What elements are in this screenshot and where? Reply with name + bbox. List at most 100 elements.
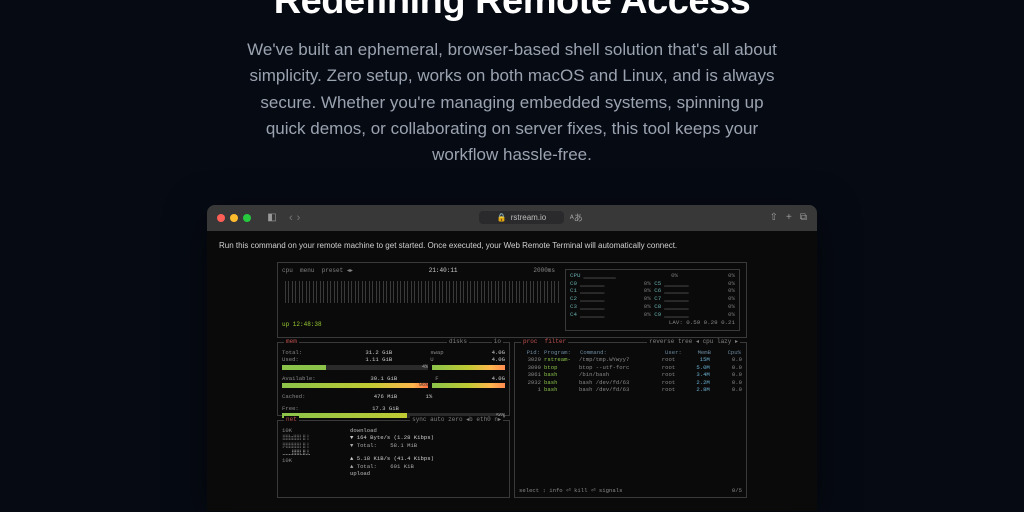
mem-avail-pct: 96% <box>419 382 428 389</box>
cpu-pct: 0% <box>728 311 735 319</box>
swap-free: 4.0G <box>477 375 505 383</box>
load-average: LAV: 0.59 0.29 0.21 <box>570 319 735 327</box>
dl-total-label: ▼ Total: <box>350 442 377 449</box>
cpu-pct: 0% <box>644 295 651 303</box>
cpu-label: C8 <box>654 303 661 311</box>
kill-hint: kill <box>574 487 587 494</box>
proc-title: proc <box>523 338 537 345</box>
mem-cached: 476 MiB <box>335 393 397 401</box>
btop-terminal: cpu menu preset ◂▸ 21:40:11 2000ms up 12… <box>277 262 747 498</box>
filter-button[interactable]: filter <box>545 338 567 345</box>
sort-label[interactable]: cpu lazy <box>703 338 732 345</box>
minimize-icon[interactable] <box>230 214 238 222</box>
url-bar[interactable]: 🔒 rstream.io ᴬあ <box>306 211 755 224</box>
sync-button[interactable]: sync <box>412 416 426 423</box>
disks-label[interactable]: disks <box>449 338 467 345</box>
download-label: download <box>350 427 505 435</box>
cpu-chart <box>282 281 559 303</box>
select-hint: select <box>519 487 539 494</box>
instruction-text: Run this command on your remote machine … <box>219 241 805 250</box>
table-row[interactable]: 2932bashbash /dev/fd/63root2.2M⠀⠀0.0 <box>519 379 742 387</box>
cpu-panel: cpu menu preset ◂▸ 21:40:11 2000ms up 12… <box>277 262 747 338</box>
clock: 21:40:11 <box>429 267 458 275</box>
cpu-pct: 0% <box>644 303 651 311</box>
tabs-icon[interactable]: ⧉ <box>800 212 807 223</box>
mem-avail-label: Available: <box>282 375 332 383</box>
cpu-pct: 0% <box>728 280 735 288</box>
url-text: rstream.io <box>511 213 547 222</box>
mem-used: 1.11 GiB <box>335 356 392 364</box>
swap-f-label: F <box>435 375 474 383</box>
cpu-label: C0 <box>570 280 577 288</box>
mem-free-label: Free: <box>282 405 332 413</box>
uptime: up 12:48:38 <box>282 321 559 329</box>
ul-total-label: ▲ Total: <box>350 463 377 470</box>
forward-icon[interactable]: › <box>297 212 301 224</box>
net-chart: 10K ⣿⣿⣷⣾⣿⣿⢸⡇⡇ ⡿⣿⣿⣿⣿⣿⢸⡇⡇ ⣀⣀⣀⣿⣿⣿⣸⣇⣇ 10K <box>282 427 342 478</box>
cpu-label: C3 <box>570 303 577 311</box>
table-row[interactable]: 1bashbash /dev/fd/63root2.8M⠀⠀0.0 <box>519 386 742 394</box>
table-row[interactable]: 3061bash/bin/bashroot3.4M⠀⠀0.0 <box>519 371 742 379</box>
hdr-user[interactable]: User: <box>664 349 686 357</box>
reverse-button[interactable]: reverse <box>649 338 674 345</box>
net-iface[interactable]: eth0 <box>476 416 490 423</box>
translate-icon[interactable]: ᴬあ <box>569 211 583 224</box>
close-icon[interactable] <box>217 214 225 222</box>
cpu-label: C2 <box>570 295 577 303</box>
cpu-pct: 0% <box>728 272 735 280</box>
swap-u-label: U <box>430 356 474 364</box>
hero-description: We've built an ephemeral, browser-based … <box>242 37 782 169</box>
hdr-cpu[interactable]: Cpu% <box>712 349 742 357</box>
cpu-cores-box: CPU▁▁▁▁▁▁▁▁0%0% C0▁▁▁▁▁▁0% C5▁▁▁▁▁▁0% C1… <box>565 269 740 331</box>
hdr-program[interactable]: Program: <box>541 349 579 357</box>
cpu-label: C9 <box>654 311 661 319</box>
hdr-command[interactable]: Command: <box>579 349 664 357</box>
cpu-pct: 0% <box>644 280 651 288</box>
signals-hint: signals <box>599 487 623 494</box>
ul-total: 601 KiB <box>390 463 414 470</box>
new-tab-icon[interactable]: + <box>786 212 792 223</box>
hdr-pid[interactable]: Pid: <box>519 349 541 357</box>
lock-icon: 🔒 <box>497 213 507 222</box>
mem-title: mem <box>286 338 297 345</box>
sidebar-icon[interactable]: ◧ <box>265 212 279 223</box>
back-icon[interactable]: ‹ <box>289 212 293 224</box>
cpu-label: CPU <box>570 272 580 280</box>
io-label[interactable]: io <box>494 338 501 345</box>
maximize-icon[interactable] <box>243 214 251 222</box>
swap-used: 4.0G <box>477 356 505 364</box>
share-icon[interactable]: ⇧ <box>770 212 778 223</box>
cpu-title: cpu <box>282 267 293 274</box>
mem-total: 31.2 GiB <box>335 349 392 357</box>
mem-cached-pct: 1% <box>400 393 432 401</box>
upload-label: upload <box>350 470 505 478</box>
preset-button[interactable]: preset <box>322 267 344 274</box>
cpu-label: C5 <box>654 280 661 288</box>
table-row[interactable]: 3090btopbtop --utf-forcroot5.0M⠀⠀0.0 <box>519 364 742 372</box>
mem-total-label: Total: <box>282 349 332 357</box>
cpu-label: C4 <box>570 311 577 319</box>
zero-button[interactable]: zero <box>448 416 462 423</box>
info-hint: info <box>549 487 562 494</box>
menu-button[interactable]: menu <box>300 267 314 274</box>
interval: 2000ms <box>533 267 555 275</box>
tree-button[interactable]: tree <box>678 338 692 345</box>
auto-button[interactable]: auto <box>430 416 444 423</box>
table-row[interactable]: 3029rstream-/tmp/tmp.WYwyy7root15M⠀⠀0.0 <box>519 356 742 364</box>
hero-title: Redefining Remote Access <box>0 0 1024 23</box>
net-panel: net sync auto zero ◂b eth0 n▸ 10K ⣿⣿⣷⣾⣿⣿… <box>277 420 510 498</box>
mem-avail: 30.1 GiB <box>335 375 397 383</box>
net-stats: download ▼ 164 Byte/s (1.28 Kibps) ▼ Tot… <box>342 427 505 478</box>
cpu-label: C6 <box>654 287 661 295</box>
swap-label: swap <box>430 349 474 357</box>
hdr-mem[interactable]: MemB <box>686 349 712 357</box>
cpu-label: C7 <box>654 295 661 303</box>
nav-buttons: ‹ › <box>289 212 300 224</box>
cpu-pct: 0% <box>728 303 735 311</box>
cpu-pct: 0% <box>728 295 735 303</box>
browser-window: ◧ ‹ › 🔒 rstream.io ᴬあ ⇧ + ⧉ Run this com… <box>207 205 817 511</box>
mem-used-pct: 4% <box>422 364 428 371</box>
dl-total: 58.1 MiB <box>390 442 417 449</box>
mem-used-label: Used: <box>282 356 332 364</box>
page-content: Run this command on your remote machine … <box>207 231 817 511</box>
